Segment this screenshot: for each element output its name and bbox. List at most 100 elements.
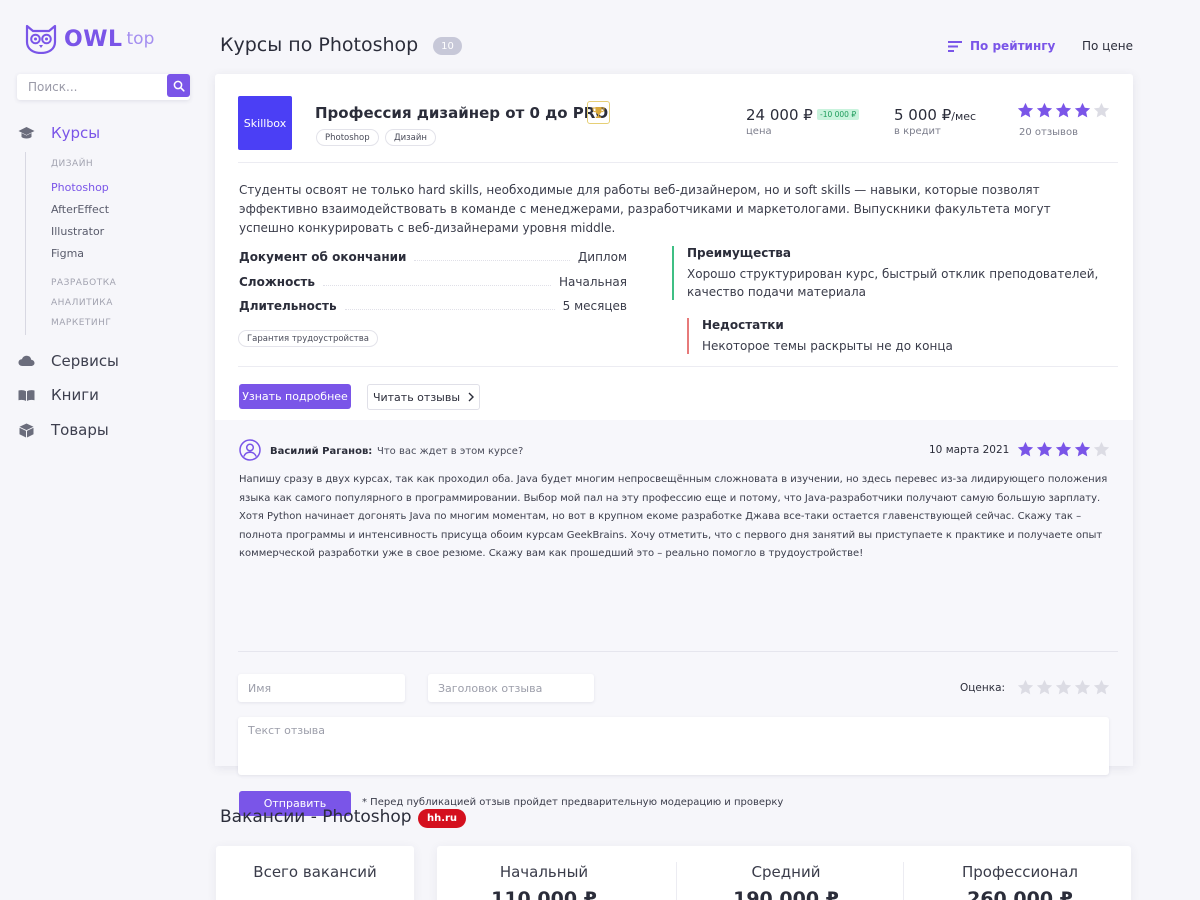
review-author: Василий Раганов: [270, 446, 373, 457]
cons-title: Недостатки [702, 318, 784, 332]
spec-document-key: Документ об окончании [239, 250, 407, 264]
credit-price: 5 000 ₽/мес [894, 106, 976, 124]
search-input[interactable] [17, 74, 167, 100]
courses-subnav: ДИЗАЙН Photoshop AfterEffect Illustrator… [25, 152, 175, 335]
star-empty-icon[interactable] [1055, 679, 1072, 696]
guarantee-badge: Гарантия трудоустройства [238, 330, 378, 347]
course-description: Студенты освоят не только hard skills, н… [239, 183, 1051, 235]
rating-input-stars[interactable] [1017, 679, 1112, 696]
rating-label: Оценка: [960, 682, 1006, 694]
search-box [17, 74, 190, 100]
sort-by-rating[interactable]: По рейтингу [948, 39, 1055, 53]
graduation-cap-icon [18, 126, 35, 141]
divider [238, 162, 1118, 163]
nav-books[interactable]: Книги [18, 386, 99, 404]
nav-courses-label: Курсы [51, 124, 101, 142]
star-filled-icon [1055, 441, 1072, 457]
nav-services-label: Сервисы [51, 352, 119, 370]
subnav-item-illustrator[interactable]: Illustrator [51, 225, 104, 238]
salary-value-junior: 110 000 ₽ [491, 888, 597, 900]
search-icon [173, 80, 185, 92]
vacancies-title: Вакансии - Photoshop [220, 807, 412, 827]
star-filled-icon [1017, 102, 1034, 118]
sidebar: OWL top Курсы ДИЗАЙН Photoshop AfterEffe… [0, 0, 205, 900]
spec-difficulty-value: Начальная [559, 275, 627, 289]
spec-dots [414, 260, 570, 261]
spec-difficulty-key: Сложность [239, 275, 315, 289]
course-provider-logo[interactable]: Skillbox [238, 96, 292, 150]
vacancies-divider [903, 862, 904, 900]
learn-more-button[interactable]: Узнать подробнее [239, 384, 351, 409]
moderation-note: * Перед публикацией отзыв пройдет предва… [362, 797, 784, 808]
nav-services[interactable]: Сервисы [18, 352, 119, 370]
name-input[interactable] [238, 674, 405, 702]
star-empty-icon[interactable] [1093, 679, 1110, 696]
salary-level-junior: Начальный [499, 863, 589, 881]
discount-badge: -10 000 ₽ [817, 109, 860, 120]
spec-duration-key: Длительность [239, 299, 337, 313]
trophy-icon [587, 101, 610, 124]
read-reviews-button[interactable]: Читать отзывы [367, 384, 480, 410]
box-icon [18, 423, 35, 438]
star-filled-icon [1074, 102, 1091, 118]
review-rating-stars [1017, 441, 1112, 458]
salary-level-senior: Профессионал [961, 863, 1079, 881]
subnav-item-aftereffect[interactable]: AfterEffect [51, 203, 109, 216]
spec-duration: Длительность 5 месяцев [239, 299, 627, 313]
chevron-right-icon [468, 392, 475, 402]
category-development[interactable]: РАЗРАБОТКА [51, 278, 116, 288]
category-design[interactable]: ДИЗАЙН [51, 159, 93, 169]
star-filled-icon [1074, 441, 1091, 457]
review-title-input[interactable] [428, 674, 594, 702]
sort-by-price[interactable]: По цене [1082, 39, 1133, 53]
hh-ru-badge[interactable]: hh.ru [418, 809, 466, 828]
search-button[interactable] [167, 74, 190, 97]
logo-suffix: top [126, 29, 155, 49]
star-filled-icon [1055, 102, 1072, 118]
salary-value-middle: 190 000 ₽ [733, 888, 839, 900]
review-text-input[interactable] [238, 717, 1109, 775]
nav-courses[interactable]: Курсы [18, 124, 100, 142]
tag-design[interactable]: Дизайн [385, 129, 436, 146]
divider [238, 651, 1118, 652]
spec-difficulty: Сложность Начальная [239, 275, 627, 289]
star-filled-icon [1036, 441, 1053, 457]
star-empty-icon [1093, 441, 1110, 457]
salary-value-senior: 260 000 ₽ [967, 888, 1073, 900]
course-count-badge: 10 [433, 37, 462, 55]
spec-document-value: Диплом [577, 250, 627, 264]
vacancies-divider [676, 862, 677, 900]
review-date: 10 марта 2021 [929, 444, 1010, 456]
credit-label: в кредит [894, 126, 941, 137]
spec-dots [322, 285, 552, 286]
star-empty-icon[interactable] [1017, 679, 1034, 696]
read-reviews-label: Читать отзывы [372, 390, 461, 404]
nav-goods-label: Товары [51, 421, 109, 439]
user-avatar-icon [239, 439, 261, 461]
star-empty-icon[interactable] [1074, 679, 1091, 696]
book-icon [18, 388, 35, 403]
reviews-count[interactable]: 20 отзывов [1019, 127, 1078, 138]
tag-photoshop[interactable]: Photoshop [316, 129, 379, 146]
category-marketing[interactable]: МАРКЕТИНГ [51, 318, 111, 328]
course-rating-stars [1017, 102, 1112, 119]
subnav-item-photoshop[interactable]: Photoshop [51, 181, 109, 194]
star-filled-icon [1017, 441, 1034, 457]
review-section: Василий Раганов: Что вас ждет в этом кур… [215, 420, 1133, 816]
cons-block: Недостатки Некоторое темы раскрыты не до… [687, 318, 1097, 354]
nav-goods[interactable]: Товары [18, 421, 109, 439]
logo[interactable]: OWL top [24, 24, 154, 54]
star-filled-icon [1036, 102, 1053, 118]
star-empty-icon[interactable] [1036, 679, 1053, 696]
subnav-item-figma[interactable]: Figma [51, 247, 84, 260]
spec-document: Документ об окончании Диплом [239, 250, 627, 264]
course-price: 24 000 ₽ [746, 106, 813, 124]
spec-duration-value: 5 месяцев [562, 299, 627, 313]
pros-block: Преимущества Хорошо структурирован курс,… [672, 246, 1102, 300]
vacancies-total-label: Всего вакансий [253, 863, 377, 881]
category-analytics[interactable]: АНАЛИТИКА [51, 298, 113, 308]
salary-level-middle: Средний [751, 863, 821, 881]
course-title[interactable]: Профессия дизайнер от 0 до PRO [315, 104, 608, 122]
divider [238, 366, 1118, 367]
page-title: Курсы по Photoshop [220, 34, 419, 56]
